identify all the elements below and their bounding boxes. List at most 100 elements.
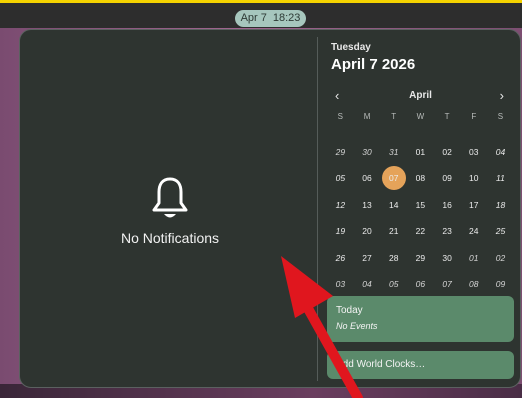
calendar-day[interactable]: 18 xyxy=(487,192,514,219)
calendar-day-number: 30 xyxy=(442,252,452,263)
calendar-day-number: 07 xyxy=(442,279,452,289)
calendar-day[interactable]: 15 xyxy=(407,192,434,219)
add-world-clocks-button[interactable]: Add World Clocks… xyxy=(327,351,514,379)
calendar-day-number: 14 xyxy=(388,199,399,210)
calendar-day-number: 03 xyxy=(335,279,346,289)
bell-icon xyxy=(152,177,188,218)
calendar-day-number: 04 xyxy=(495,146,506,157)
calendar-day[interactable]: 29 xyxy=(327,139,354,166)
calendar-day[interactable]: 27 xyxy=(354,245,381,272)
calendar-day[interactable]: 02 xyxy=(487,245,514,272)
calendar-day[interactable]: 01 xyxy=(460,245,487,272)
calendar-day-selected[interactable]: 07 xyxy=(380,165,407,192)
calendar-day[interactable]: 30 xyxy=(434,245,461,272)
calendar-day-number: 11 xyxy=(496,173,505,183)
add-world-clocks-label: Add World Clocks… xyxy=(336,359,426,370)
clock-time: 18:23 xyxy=(272,12,301,24)
calendar-day-number: 08 xyxy=(469,279,479,289)
calendar-day-number: 31 xyxy=(388,146,399,157)
clock-date: Apr 7 xyxy=(240,12,267,24)
calendar-day[interactable]: 20 xyxy=(354,218,381,245)
calendar-day-number: 17 xyxy=(469,199,479,210)
calendar-day[interactable]: 17 xyxy=(460,192,487,219)
next-month-button[interactable]: › xyxy=(500,88,504,103)
calendar-day-number: 23 xyxy=(442,226,452,236)
events-section[interactable]: Today No Events xyxy=(327,296,514,342)
calendar-day-number: 16 xyxy=(442,199,452,210)
calendar-day[interactable]: 02 xyxy=(434,139,461,166)
calendar-day-number: 26 xyxy=(335,252,346,263)
calendar-day-number: 24 xyxy=(469,226,479,236)
calendar-day[interactable]: 31 xyxy=(380,139,407,166)
events-empty-label: No Events xyxy=(336,321,378,331)
calendar-day[interactable]: 25 xyxy=(487,218,514,245)
calendar-day-number: 08 xyxy=(415,173,426,183)
calendar-day-number: 22 xyxy=(415,226,426,236)
current-date[interactable]: April 7 2026 xyxy=(331,56,415,73)
calendar-day[interactable]: 06 xyxy=(407,271,434,298)
calendar-month-label: April xyxy=(409,90,432,101)
calendar-day[interactable]: 24 xyxy=(460,218,487,245)
calendar-day[interactable]: 26 xyxy=(327,245,354,272)
calendar-day[interactable]: 05 xyxy=(380,271,407,298)
events-title: Today xyxy=(336,305,363,316)
calendar-day[interactable]: 08 xyxy=(460,271,487,298)
calendar-day[interactable]: 06 xyxy=(354,165,381,192)
calendar-day-number: 05 xyxy=(388,279,399,289)
calendar-day-number: 01 xyxy=(415,146,426,157)
calendar-day[interactable]: 10 xyxy=(460,165,487,192)
popover-divider xyxy=(317,37,318,381)
calendar-day[interactable]: 08 xyxy=(407,165,434,192)
calendar-day[interactable]: 19 xyxy=(327,218,354,245)
calendar-day-number: 04 xyxy=(362,279,372,289)
calendar-day[interactable]: 16 xyxy=(434,192,461,219)
calendar-day-number: 03 xyxy=(469,146,479,157)
calendar-day[interactable]: 11 xyxy=(487,165,514,192)
calendar-day-header: M xyxy=(363,112,371,121)
calendar-day[interactable]: 12 xyxy=(327,192,354,219)
calendar-day-number: 29 xyxy=(335,146,346,157)
calendar-day-header: S xyxy=(497,112,504,121)
calendar-day-number: 29 xyxy=(415,252,426,263)
calendar-day[interactable]: 09 xyxy=(487,271,514,298)
calendar-day-number: 20 xyxy=(362,226,372,236)
no-notifications-label: No Notifications xyxy=(120,230,220,246)
calendar-day-header: T xyxy=(391,112,397,121)
calendar-day-header: W xyxy=(416,112,425,121)
calendar-day[interactable]: 30 xyxy=(354,139,381,166)
calendar-day-number: 09 xyxy=(495,279,506,289)
calendar-day[interactable]: 03 xyxy=(327,271,354,298)
calendar-day-number: 05 xyxy=(335,173,346,183)
calendar-day[interactable]: 22 xyxy=(407,218,434,245)
calendar-day-number: 07 xyxy=(388,173,399,183)
calendar-day[interactable]: 07 xyxy=(434,271,461,298)
calendar-day-number: 25 xyxy=(495,226,506,236)
calendar-day-number: 12 xyxy=(335,199,346,210)
calendar-day-number: 18 xyxy=(495,199,506,210)
calendar-day[interactable]: 01 xyxy=(407,139,434,166)
calendar-day[interactable]: 04 xyxy=(487,139,514,166)
calendar-header: ‹ April › xyxy=(327,88,514,106)
calendar-day[interactable]: 03 xyxy=(460,139,487,166)
current-weekday: Tuesday xyxy=(331,42,371,53)
calendar-day[interactable]: 05 xyxy=(327,165,354,192)
calendar-day-number: 15 xyxy=(415,199,426,210)
calendar-day[interactable]: 13 xyxy=(354,192,381,219)
calendar-day[interactable]: 21 xyxy=(380,218,407,245)
calendar-day-header: S xyxy=(337,112,344,121)
calendar-day[interactable]: 14 xyxy=(380,192,407,219)
calendar-day-number: 13 xyxy=(362,199,372,210)
calendar-day-number: 21 xyxy=(388,226,399,236)
calendar-day[interactable]: 04 xyxy=(354,271,381,298)
calendar-day-number: 06 xyxy=(415,279,426,289)
calendar-day-header: T xyxy=(444,112,450,121)
top-bar: Apr 7 18:23 xyxy=(0,0,522,28)
calendar-day-header: F xyxy=(471,112,477,121)
calendar-day[interactable]: 23 xyxy=(434,218,461,245)
calendar-day-number: 27 xyxy=(362,252,372,263)
clock-button[interactable]: Apr 7 18:23 xyxy=(235,10,306,27)
calendar-day[interactable]: 09 xyxy=(434,165,461,192)
calendar-day[interactable]: 29 xyxy=(407,245,434,272)
calendar-day[interactable]: 28 xyxy=(380,245,407,272)
calendar-day-number: 10 xyxy=(469,173,479,183)
